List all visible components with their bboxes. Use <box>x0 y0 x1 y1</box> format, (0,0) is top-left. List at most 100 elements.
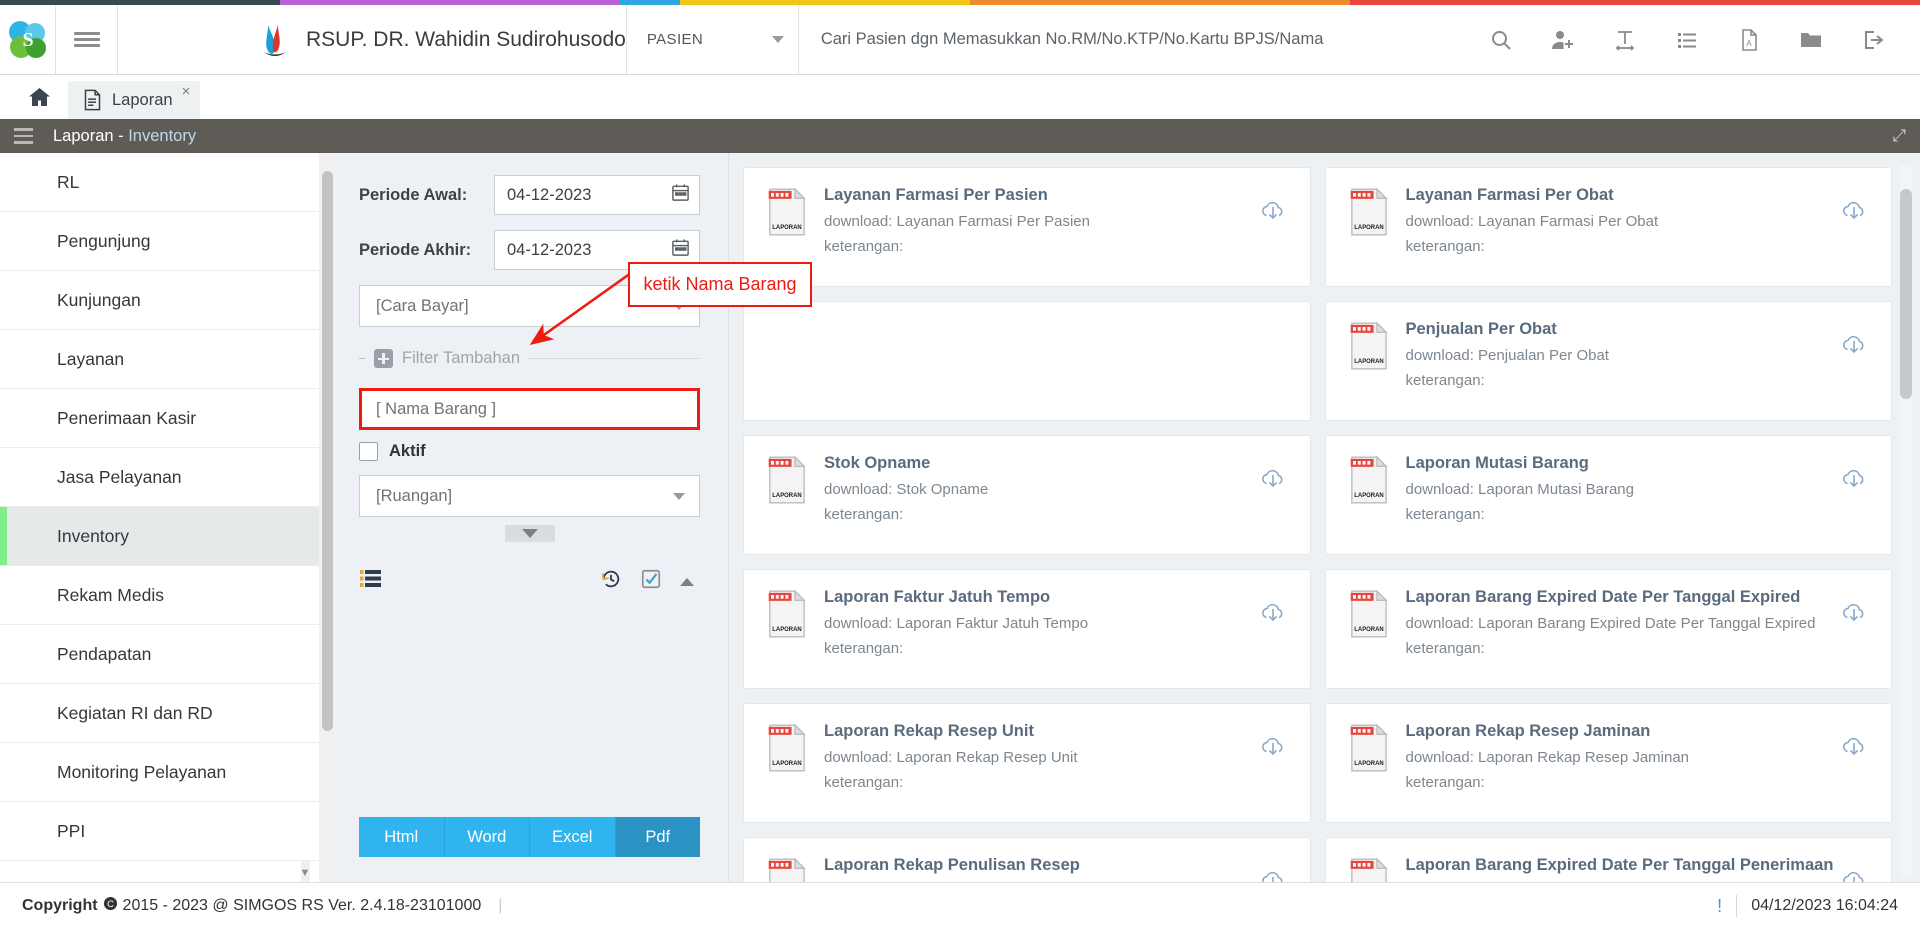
sidebar-item-rekam-medis[interactable]: Rekam Medis <box>0 566 319 625</box>
hamburger-icon-bar <box>73 37 100 42</box>
sidebar-item-ppi[interactable]: PPI <box>0 802 319 861</box>
app-logo[interactable]: S <box>0 5 56 74</box>
calendar-icon[interactable] <box>671 183 690 207</box>
chevron-down-icon <box>771 36 784 43</box>
page-title: Laporan - Inventory <box>53 127 196 146</box>
report-card[interactable]: LAPORAN Layanan Farmasi Per Pasien downloa… <box>743 167 1311 287</box>
report-card[interactable]: LAPORAN Laporan Faktur Jatuh Tempo downloa… <box>743 569 1311 689</box>
tab-home-button[interactable] <box>10 75 68 119</box>
export-word-button[interactable]: Word <box>444 817 530 857</box>
export-excel-button[interactable]: Excel <box>530 817 616 857</box>
expand-icon[interactable]: ⤢ <box>1892 126 1906 146</box>
tab-laporan[interactable]: Laporan × <box>68 81 201 119</box>
download-button[interactable] <box>1839 330 1869 358</box>
ruangan-select[interactable]: [Ruangan] <box>359 475 700 517</box>
app-header: S RSUP. DR. Wahidin Sudirohusodo PASIEN <box>0 5 1920 75</box>
chevron-up-icon[interactable] <box>680 577 694 586</box>
report-download-label: download: Laporan Barang Expired Date Pe… <box>1405 614 1816 632</box>
close-icon[interactable]: × <box>182 83 191 100</box>
svg-text:LAPORAN: LAPORAN <box>1354 359 1383 365</box>
report-card[interactable]: LAPORAN Laporan Mutasi Barang download: La… <box>1324 435 1892 555</box>
copyright: Copyright C 2015 - 2023 @ SIMGOS RS Ver.… <box>22 896 502 916</box>
report-document-icon: LAPORAN <box>768 723 806 772</box>
report-card-body: Layanan Farmasi Per Pasien download: Laya… <box>824 186 1258 256</box>
logout-icon[interactable] <box>1842 5 1904 75</box>
sidebar-item-jasa-pelayanan[interactable]: Jasa Pelayanan <box>0 448 319 507</box>
folder-icon[interactable] <box>1780 5 1842 75</box>
report-card[interactable]: LAPORAN Laporan Rekap Penulisan Resepdown… <box>743 837 1311 882</box>
filter-scrollbar-track[interactable] <box>319 153 335 882</box>
notice-icon[interactable]: ! <box>1717 896 1722 917</box>
report-card[interactable]: LAPORAN Layanan Farmasi Per Obat download:… <box>1324 167 1892 287</box>
report-card[interactable]: LAPORAN Penjualan Per Obat download: Penju… <box>1324 301 1892 421</box>
sidebar-item-penerimaan-kasir[interactable]: Penerimaan Kasir <box>0 389 319 448</box>
download-button[interactable] <box>1258 196 1288 224</box>
sidebar-item-kegiatan-ri-dan-rd[interactable]: Kegiatan RI dan RD <box>0 684 319 743</box>
report-download-label: download: Penjualan Per Obat <box>1405 346 1609 364</box>
download-button[interactable] <box>1839 598 1869 626</box>
sidebar-item-rl[interactable]: RL <box>0 153 319 212</box>
search-input[interactable] <box>820 30 1470 49</box>
sidebar-item-pendapatan[interactable]: Pendapatan <box>0 625 319 684</box>
expand-plus-icon[interactable] <box>374 349 393 368</box>
download-button[interactable] <box>1258 866 1288 882</box>
svg-text:LAPORAN: LAPORAN <box>1354 493 1383 499</box>
column-list-icon[interactable] <box>359 568 383 595</box>
download-button[interactable] <box>1839 732 1869 760</box>
nama-barang-input[interactable] <box>359 388 700 430</box>
svg-text:LAPORAN: LAPORAN <box>772 493 801 499</box>
periode-awal-input[interactable] <box>494 175 700 215</box>
report-document-icon: LAPORAN <box>1350 589 1388 638</box>
download-button[interactable] <box>1258 732 1288 760</box>
aktif-checkbox-row[interactable]: Aktif <box>359 442 700 461</box>
report-document-icon: LAPORAN <box>1350 321 1388 370</box>
filter-scrollbar-thumb[interactable] <box>322 171 333 731</box>
download-button[interactable] <box>1839 196 1869 224</box>
menu-toggle-button[interactable] <box>56 5 118 74</box>
text-size-icon[interactable] <box>1594 5 1656 75</box>
sidebar-item-layanan[interactable]: Layanan <box>0 330 319 389</box>
report-document-icon: LAPORAN <box>768 455 806 504</box>
report-card[interactable]: LAPORAN Laporan Rekap Resep Jaminan downlo… <box>1324 703 1892 823</box>
sidebar-item-pengunjung[interactable]: Pengunjung <box>0 212 319 271</box>
search-icon[interactable] <box>1470 5 1532 75</box>
sidebar-item-monitoring-pelayanan[interactable]: Monitoring Pelayanan <box>0 743 319 802</box>
export-pdf-button[interactable]: Pdf <box>615 817 700 857</box>
tab-bar: Laporan × <box>0 75 1920 119</box>
report-title: Laporan Rekap Penulisan Resep <box>824 856 1080 874</box>
download-button[interactable] <box>1258 598 1288 626</box>
report-list-area: LAPORAN Layanan Farmasi Per Pasien downloa… <box>729 153 1920 882</box>
report-card[interactable]: LAPORAN Laporan Barang Expired Date Per T… <box>1324 837 1892 882</box>
download-button[interactable] <box>1839 464 1869 492</box>
download-button[interactable] <box>1839 866 1869 882</box>
report-card[interactable]: LAPORAN Laporan Barang Expired Date Per T… <box>1324 569 1892 689</box>
report-scrollbar-thumb[interactable] <box>1900 189 1912 399</box>
export-html-button[interactable]: Html <box>359 817 445 857</box>
page-menu-toggle[interactable] <box>14 126 33 146</box>
report-card[interactable]: LAPORAN Laporan Rekap Resep Unit download:… <box>743 703 1311 823</box>
sidebar-item-inventory[interactable]: Inventory <box>0 507 319 566</box>
module-selector-label: PASIEN <box>646 31 704 48</box>
report-card-body: Layanan Farmasi Per Obat download: Layana… <box>1406 186 1840 256</box>
filter-collapse-handle[interactable] <box>504 525 555 542</box>
module-selector[interactable]: PASIEN <box>627 5 799 74</box>
list-icon[interactable] <box>1656 5 1718 75</box>
sidebar-scroll-down-icon[interactable]: ▼ <box>297 866 313 880</box>
apply-check-icon[interactable] <box>640 568 662 595</box>
add-user-icon[interactable] <box>1532 5 1594 75</box>
sidebar-item-kunjungan[interactable]: Kunjungan <box>0 271 319 330</box>
download-button[interactable] <box>1258 464 1288 492</box>
report-card[interactable]: LAPORAN Stok Opname download: Stok Opname k… <box>743 435 1311 555</box>
calendar-icon[interactable] <box>671 238 690 262</box>
global-search[interactable] <box>799 5 1470 74</box>
annotation-callout: ketik Nama Barang <box>628 262 812 307</box>
report-download-label: download: Laporan Rekap Resep Unit <box>824 748 1078 766</box>
filter-toolbar-actions <box>600 568 694 595</box>
report-document-icon: LAPORAN <box>1348 187 1390 241</box>
pdf-icon[interactable]: A <box>1718 5 1780 75</box>
reset-history-icon[interactable] <box>600 568 622 595</box>
tab-label: Laporan <box>112 90 173 109</box>
aktif-checkbox[interactable] <box>359 442 378 461</box>
footer-vertical-divider <box>1736 895 1738 917</box>
cloud-download-icon <box>1261 469 1282 488</box>
